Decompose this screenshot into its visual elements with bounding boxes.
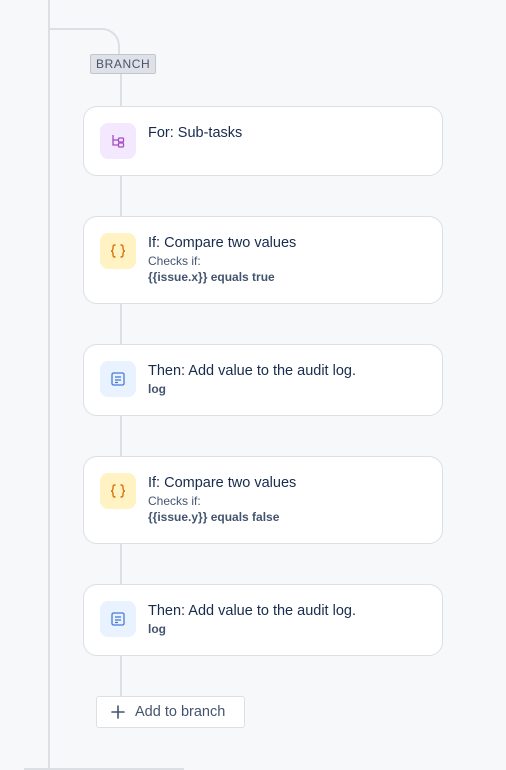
card-condition: {{issue.y}} equals false [148, 510, 280, 524]
audit-log-action-card[interactable]: Then: Add value to the audit log. log [83, 584, 443, 656]
condition-card-y[interactable]: If: Compare two values Checks if: {{issu… [83, 456, 443, 544]
audit-log-icon [100, 601, 136, 637]
card-title: If: Compare two values [148, 235, 297, 251]
card-condition: {{issue.x}} equals true [148, 270, 275, 284]
add-to-branch-button[interactable]: Add to branch [96, 696, 245, 728]
card-detail: log [148, 622, 166, 636]
condition-card-x[interactable]: If: Compare two values Checks if: {{issu… [83, 216, 443, 304]
branch-icon [100, 123, 136, 159]
braces-icon [100, 233, 136, 269]
automation-canvas: BRANCH For: Sub-tasks If: Compare two va… [0, 0, 506, 770]
card-title: For: Sub-tasks [148, 125, 243, 141]
audit-log-action-card[interactable]: Then: Add value to the audit log. log [83, 344, 443, 416]
plus-icon [111, 705, 125, 719]
for-subtasks-card[interactable]: For: Sub-tasks [83, 106, 443, 176]
card-subtitle: Checks if: [148, 494, 201, 508]
add-to-branch-label: Add to branch [135, 704, 226, 720]
card-title: Then: Add value to the audit log. [148, 603, 356, 619]
card-subtitle: Checks if: [148, 254, 201, 268]
audit-log-icon [100, 361, 136, 397]
card-title: Then: Add value to the audit log. [148, 363, 356, 379]
branch-badge: BRANCH [90, 54, 157, 74]
outer-rail-line [48, 0, 50, 770]
braces-icon [100, 473, 136, 509]
card-detail: log [148, 382, 166, 396]
card-title: If: Compare two values [148, 475, 297, 491]
